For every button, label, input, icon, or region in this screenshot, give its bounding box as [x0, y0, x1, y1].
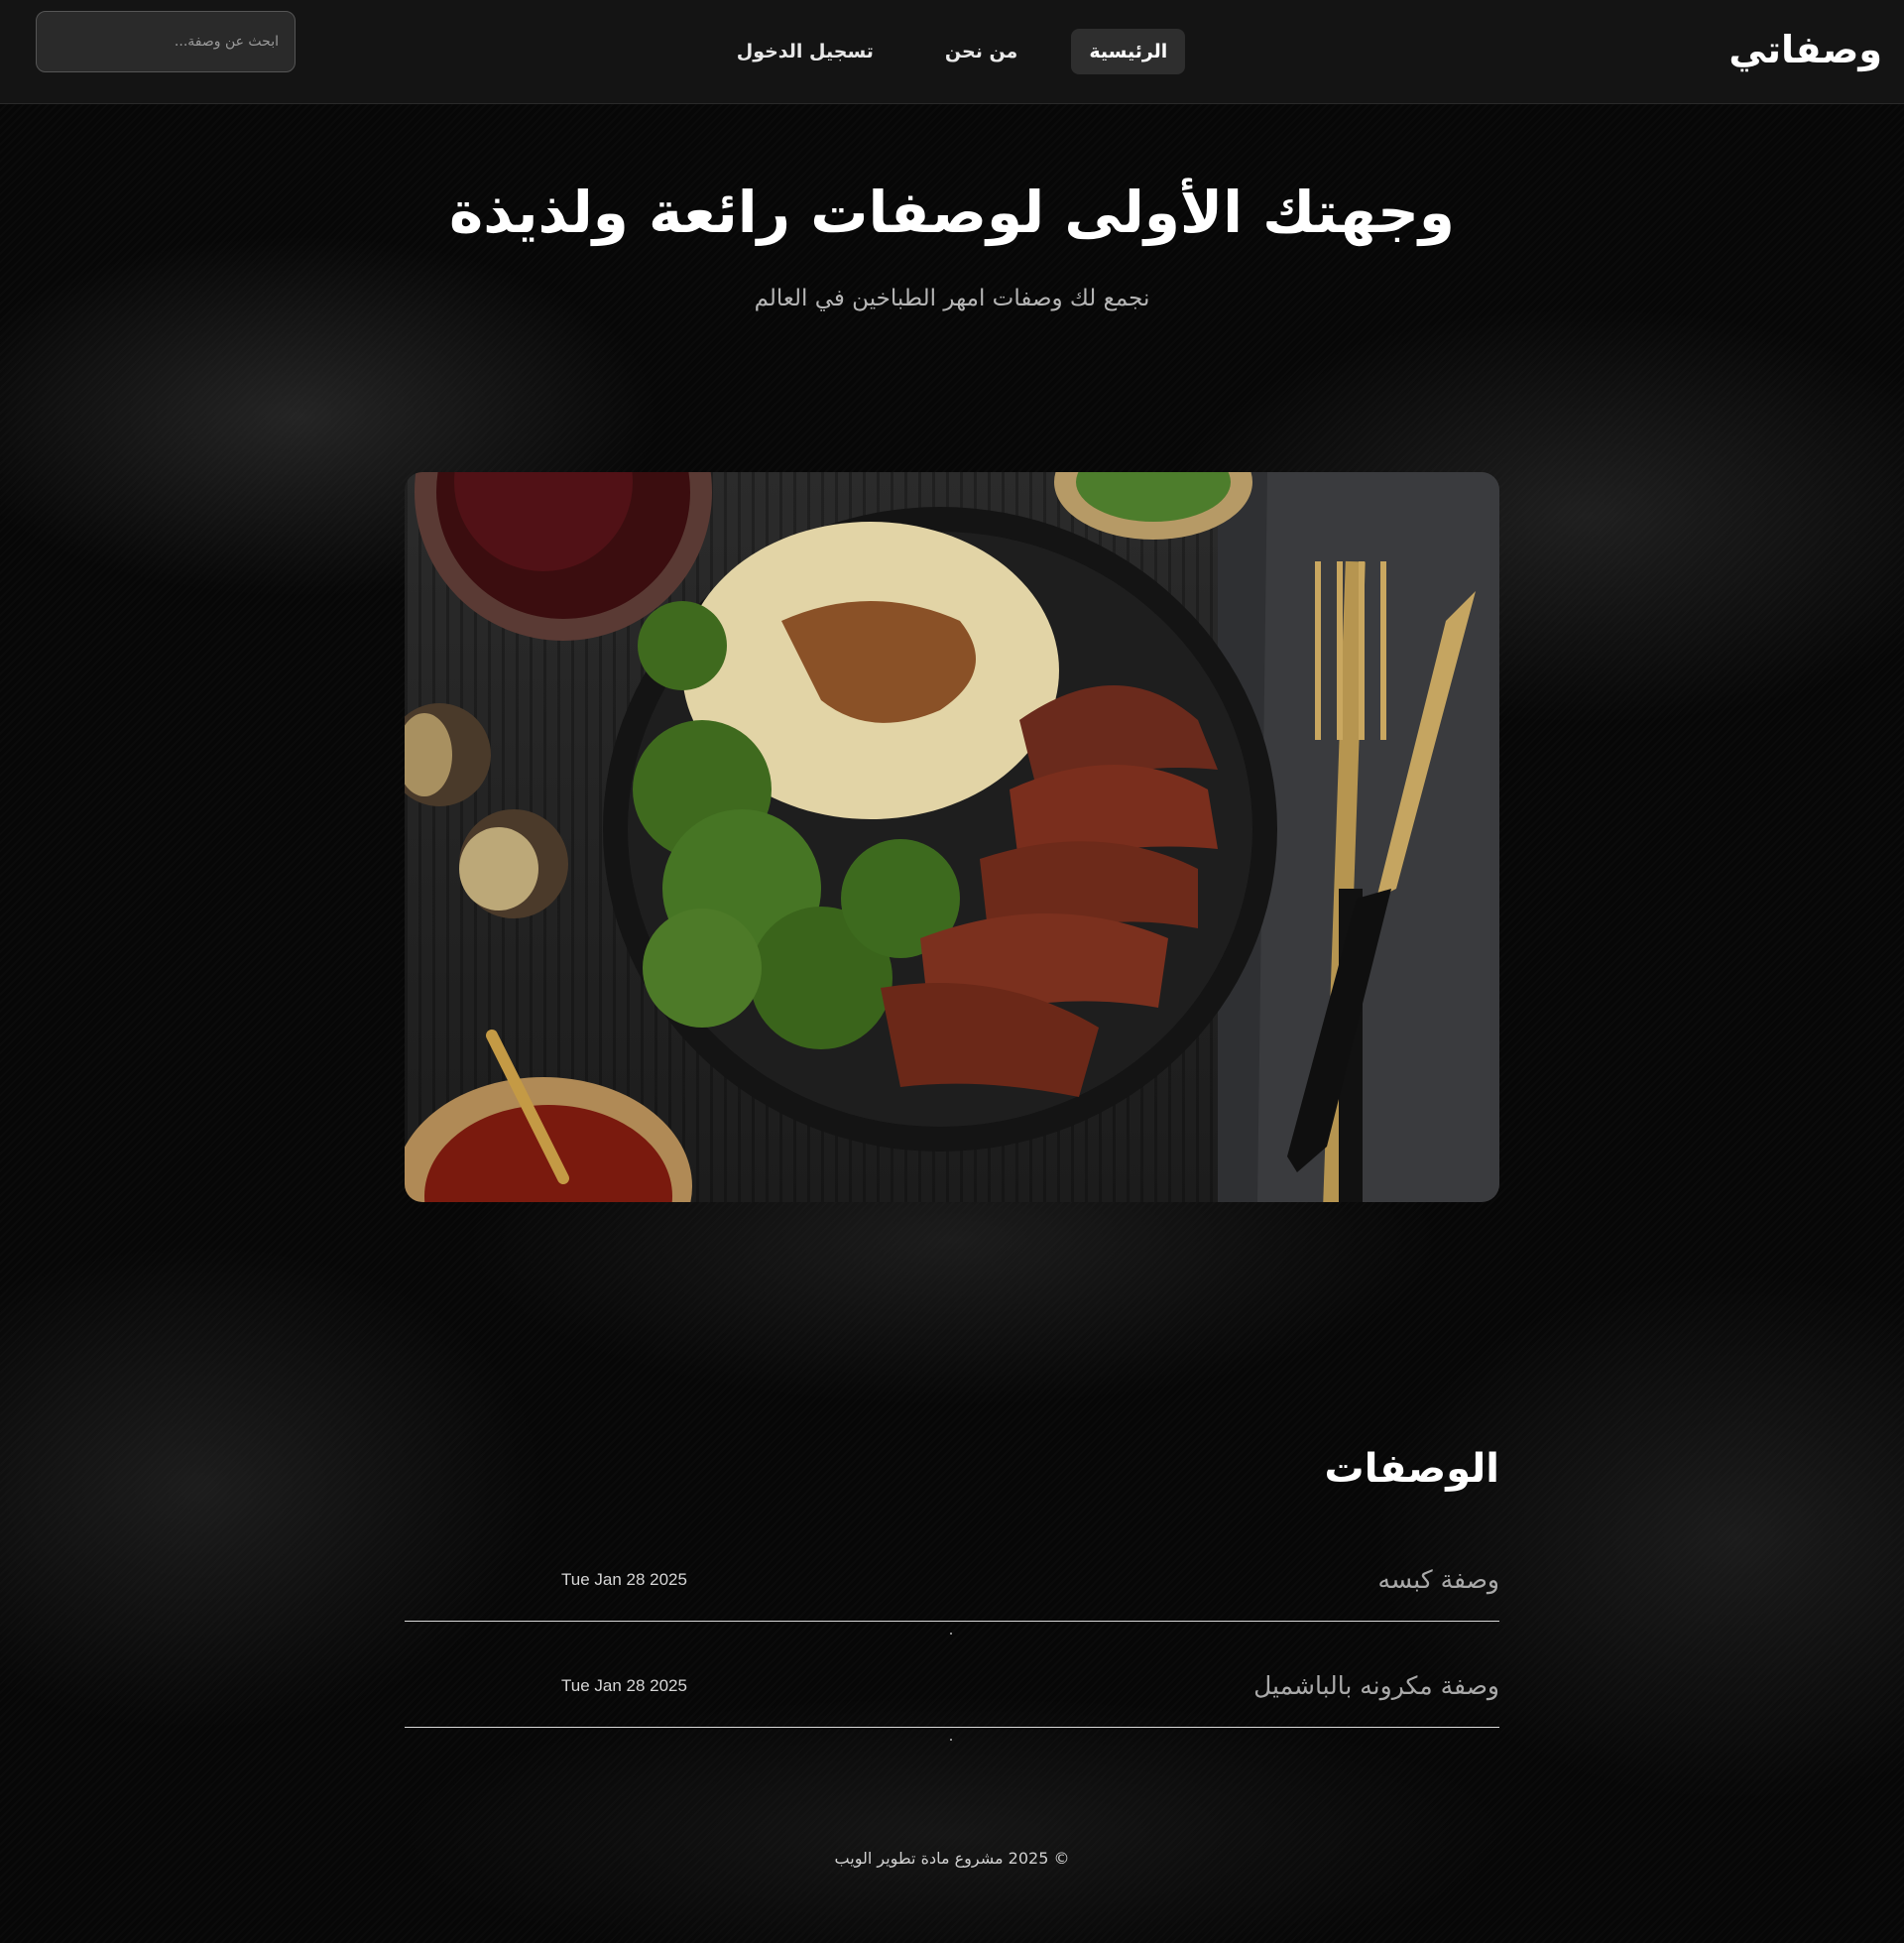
hero-title: وجهتك الأولى لوصفات رائعة ولذيذة: [449, 179, 1455, 246]
nav-item-about[interactable]: من نحن: [927, 29, 1035, 74]
hero-food-image: [405, 472, 1499, 1202]
steak-dinner-illustration: [405, 472, 1499, 1202]
footer-copyright: © 2025 مشروع مادة تطوير الويب: [834, 1849, 1070, 1868]
hero-subtitle: نجمع لك وصفات امهر الطباخين في العالم: [754, 286, 1150, 311]
recipe-row[interactable]: وصفة كبسه Tue Jan 28 2025: [405, 1516, 1499, 1635]
search-input[interactable]: [36, 11, 296, 72]
nav-item-home[interactable]: الرئيسية: [1071, 29, 1186, 74]
recipe-row[interactable]: وصفة مكرونه بالباشميل Tue Jan 28 2025: [405, 1622, 1499, 1741]
recipe-date: Tue Jan 28 2025: [561, 1570, 687, 1589]
recipe-list: وصفة كبسه Tue Jan 28 2025 وصفة مكرونه با…: [405, 1516, 1499, 1741]
recipe-name[interactable]: وصفة مكرونه بالباشميل: [1253, 1671, 1499, 1700]
row-divider-dot: [950, 1739, 952, 1741]
recipes-title: الوصفات: [1324, 1446, 1499, 1492]
recipe-date: Tue Jan 28 2025: [561, 1676, 687, 1695]
navbar: وصفاتي الرئيسية من نحن تسجيل الدخول: [0, 0, 1904, 104]
recipe-name[interactable]: وصفة كبسه: [1378, 1565, 1499, 1594]
nav-item-login[interactable]: تسجيل الدخول: [719, 29, 892, 74]
